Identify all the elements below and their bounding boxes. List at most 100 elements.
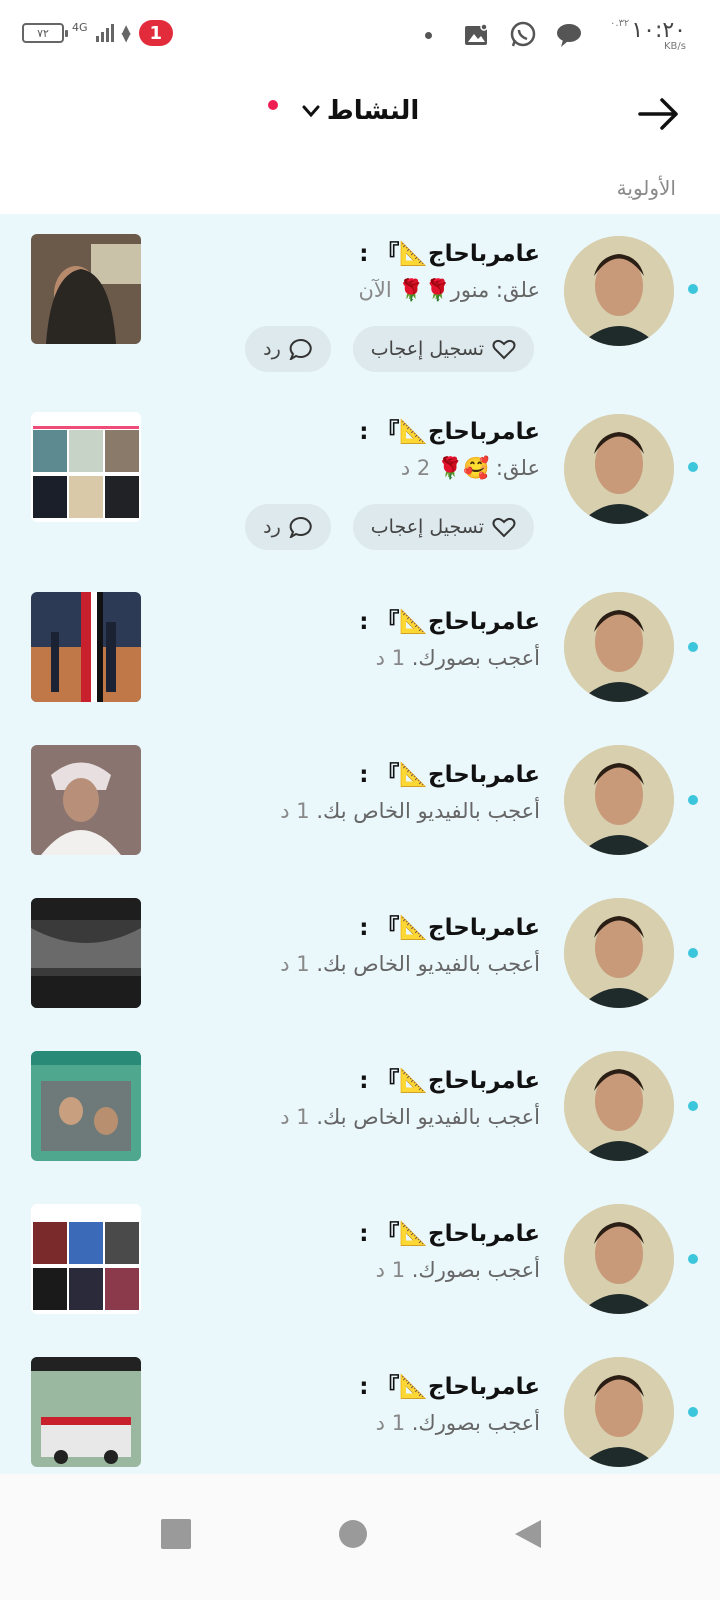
avatar[interactable] [564, 1357, 674, 1467]
avatar[interactable] [564, 745, 674, 855]
whatsapp-icon [508, 20, 538, 50]
activity-description: علق: 🥰🌹 2 د [401, 456, 540, 481]
user-name[interactable]: عامرباحاج📐』 : [359, 755, 540, 789]
battery-icon: ٧٢ [22, 23, 68, 43]
square-icon [161, 1519, 191, 1549]
circle-icon [339, 1520, 367, 1548]
post-thumbnail[interactable] [31, 592, 141, 702]
action-row: تسجيل إعجاب رد [245, 504, 534, 550]
header: النشاط [0, 72, 720, 162]
user-name[interactable]: عامرباحاج📐』 : [359, 1367, 540, 1401]
list-item[interactable]: عامرباحاج📐』 : أعجب بالفيديو الخاص بك. 1 … [0, 876, 720, 1029]
unread-dot [688, 642, 698, 652]
avatar[interactable] [564, 898, 674, 1008]
home-button[interactable] [323, 1504, 383, 1564]
like-button[interactable]: تسجيل إعجاب [352, 504, 534, 550]
activity-time: الآن [358, 278, 392, 302]
chevron-down-icon [302, 105, 320, 118]
battery-level: ٧٢ [37, 26, 49, 40]
status-bar: ٧٢ 4G ▲ ▼ 1 ٠.٣٢ ١٠:٢٠ KB/s [0, 0, 720, 72]
activity-text: أعجب بالفيديو الخاص بك. [309, 799, 540, 823]
post-thumbnail[interactable] [31, 234, 141, 344]
list-item[interactable]: عامرباحاج📐』 : علق: منور🌹🌹 الآن تسجيل إعج… [0, 214, 720, 392]
title-dropdown[interactable]: النشاط [0, 96, 720, 126]
system-nav-bar [0, 1474, 720, 1600]
post-thumbnail[interactable] [31, 412, 141, 522]
list-item[interactable]: عامرباحاج📐』 : علق: 🥰🌹 2 د تسجيل إعجاب رد [0, 392, 720, 570]
post-thumbnail[interactable] [31, 1051, 141, 1161]
avatar[interactable] [564, 592, 674, 702]
user-name[interactable]: عامرباحاج📐』 : [359, 234, 540, 268]
activity-time: 1 د [280, 952, 310, 976]
unread-dot [688, 1101, 698, 1111]
page-title: النشاط [326, 96, 420, 126]
avatar[interactable] [564, 236, 674, 346]
post-thumbnail[interactable] [31, 1357, 141, 1467]
activity-description: أعجب بالفيديو الخاص بك. 1 د [280, 1105, 540, 1129]
list-item[interactable]: عامرباحاج📐』 : أعجب بالفيديو الخاص بك. 1 … [0, 1029, 720, 1182]
activity-description: أعجب بصورك. 1 د [376, 646, 540, 670]
activity-time: 1 د [280, 1105, 310, 1129]
status-right: ٠.٣٢ ١٠:٢٠ KB/s [425, 18, 686, 52]
speed-value: ٠.٣٢ [610, 18, 630, 29]
unread-dot [688, 1254, 698, 1264]
user-name[interactable]: عامرباحاج📐』 : [359, 412, 540, 446]
unread-dot [688, 1407, 698, 1417]
heart-icon [492, 517, 516, 538]
unread-indicator-dot [268, 100, 278, 110]
activity-text: علق: منور🌹🌹 [391, 278, 540, 302]
activity-description: أعجب بالفيديو الخاص بك. 1 د [280, 952, 540, 976]
clock: ١٠:٢٠ [631, 18, 686, 43]
gallery-icon [462, 20, 492, 50]
user-name[interactable]: عامرباحاج📐』 : [359, 1061, 540, 1095]
reply-label: رد [263, 516, 281, 538]
activity-time: 1 د [375, 1258, 406, 1282]
data-arrows-icon: ▲ ▼ [121, 22, 131, 44]
user-name[interactable]: عامرباحاج📐』 : [359, 602, 540, 636]
list-item[interactable]: عامرباحاج📐』 : أعجب بصورك. 1 د [0, 1335, 720, 1474]
clock-block: ٠.٣٢ ١٠:٢٠ KB/s [610, 18, 686, 52]
activity-description: علق: منور🌹🌹 الآن [358, 278, 540, 303]
activity-list: عامرباحاج📐』 : علق: منور🌹🌹 الآن تسجيل إعج… [0, 214, 720, 1474]
like-label: تسجيل إعجاب [370, 516, 484, 538]
list-item[interactable]: عامرباحاج📐』 : أعجب بصورك. 1 د [0, 570, 720, 723]
reply-button[interactable]: رد [245, 504, 331, 550]
action-row: تسجيل إعجاب رد [245, 326, 534, 372]
avatar[interactable] [564, 1204, 674, 1314]
status-left: ٧٢ 4G ▲ ▼ 1 [22, 20, 173, 46]
post-thumbnail[interactable] [31, 1204, 141, 1314]
speed-unit: KB/s [664, 41, 686, 52]
activity-text: أعجب بالفيديو الخاص بك. [309, 952, 540, 976]
avatar[interactable] [564, 414, 674, 524]
reply-button[interactable]: رد [245, 326, 331, 372]
activity-description: أعجب بصورك. 1 د [376, 1258, 540, 1282]
like-label: تسجيل إعجاب [370, 338, 484, 360]
activity-text: علق: 🥰🌹 [430, 456, 540, 480]
activity-time: 2 د [400, 456, 431, 480]
unread-dot [688, 795, 698, 805]
reply-label: رد [263, 338, 281, 360]
network-type: 4G [72, 20, 88, 34]
activity-text: أعجب بصورك. [405, 1411, 540, 1435]
user-name[interactable]: عامرباحاج📐』 : [359, 908, 540, 942]
activity-description: أعجب بصورك. 1 د [376, 1411, 540, 1435]
list-item[interactable]: عامرباحاج📐』 : أعجب بصورك. 1 د [0, 1182, 720, 1335]
user-name[interactable]: عامرباحاج📐』 : [359, 1214, 540, 1248]
activity-time: 1 د [280, 799, 310, 823]
heart-icon [492, 339, 516, 360]
post-thumbnail[interactable] [31, 898, 141, 1008]
list-item[interactable]: عامرباحاج📐』 : أعجب بالفيديو الخاص بك. 1 … [0, 723, 720, 876]
back-button[interactable] [498, 1504, 558, 1564]
activity-text: أعجب بصورك. [405, 1258, 540, 1282]
signal-icon [95, 24, 114, 42]
activity-description: أعجب بالفيديو الخاص بك. 1 د [280, 799, 540, 823]
notification-dot-icon [425, 31, 433, 39]
post-thumbnail[interactable] [31, 745, 141, 855]
recents-button[interactable] [146, 1504, 206, 1564]
section-label: الأولوية [616, 176, 676, 200]
like-button[interactable]: تسجيل إعجاب [352, 326, 534, 372]
activity-time: 1 د [375, 646, 406, 670]
avatar[interactable] [564, 1051, 674, 1161]
comment-icon [289, 338, 312, 360]
comment-icon [289, 516, 312, 538]
